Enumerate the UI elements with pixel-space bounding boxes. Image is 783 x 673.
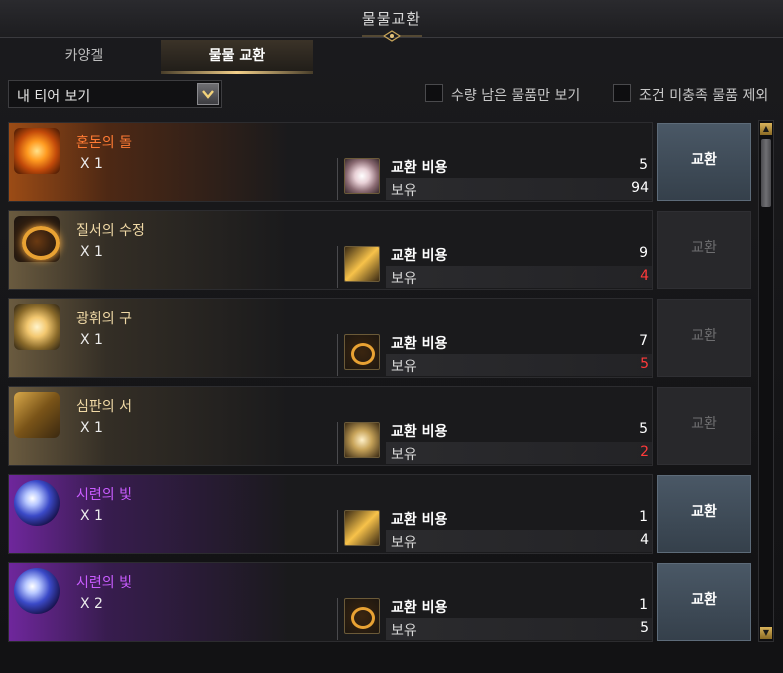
list-item: 시련의 빛 X 2 교환 비용 1 보유 5 교환 [8, 562, 752, 642]
chaos-stone-icon [14, 128, 60, 174]
ring-icon [344, 334, 380, 370]
exchange-button[interactable]: 교환 [657, 299, 751, 377]
owned-label: 보유 [391, 359, 417, 375]
owned-bar: 보유 2 [386, 442, 652, 464]
exchange-button[interactable]: 교환 [657, 387, 751, 465]
scroll-down-icon[interactable]: ▼ [760, 627, 772, 639]
owned-label: 보유 [391, 271, 417, 287]
blade-icon [344, 246, 380, 282]
item-name: 심판의 서 [76, 399, 132, 415]
scrollbar[interactable]: ▲ ▼ [758, 120, 774, 642]
tab-kayangel[interactable]: 카양겔 [8, 40, 160, 74]
order-crystal-icon [14, 216, 60, 262]
item-quantity: X 1 [80, 332, 103, 348]
owned-bar: 보유 5 [386, 618, 652, 640]
owned-value: 5 [640, 356, 649, 372]
tab-barter[interactable]: 물물 교환 [161, 40, 313, 74]
barter-window: 물물교환 카양겔 물물 교환 내 티어 보기 수량 남은 물품만 보기 조건 미… [0, 0, 783, 673]
divider [337, 334, 338, 376]
cost-value: 7 [639, 333, 648, 349]
item-quantity: X 1 [80, 244, 103, 260]
cost-label: 교환 비용 [391, 336, 448, 352]
item-quantity: X 1 [80, 420, 103, 436]
radiance-orb-icon [14, 304, 60, 350]
scroll-up-icon[interactable]: ▲ [760, 123, 772, 135]
exclude-unmet-label: 조건 미충족 물품 제외 [639, 88, 769, 104]
divider [337, 422, 338, 464]
tier-select[interactable]: 내 티어 보기 [8, 80, 222, 108]
divider [337, 246, 338, 288]
cost-value: 9 [639, 245, 648, 261]
item-name: 질서의 수정 [76, 223, 145, 239]
title-bar[interactable]: 물물교환 [0, 0, 783, 42]
owned-value: 4 [640, 268, 649, 284]
owned-bar: 보유 5 [386, 354, 652, 376]
remaining-only-checkbox[interactable] [425, 84, 443, 102]
orb-icon [344, 422, 380, 458]
exchange-button[interactable]: 교환 [657, 211, 751, 289]
owned-value: 94 [631, 180, 649, 196]
cost-label: 교환 비용 [391, 424, 448, 440]
chevron-down-icon[interactable] [197, 83, 219, 105]
owned-bar: 보유 4 [386, 530, 652, 552]
trial-light-icon [14, 480, 60, 526]
tab-bar: 카양겔 물물 교환 [0, 40, 783, 74]
trial-light-icon [14, 568, 60, 614]
window-title: 물물교환 [361, 10, 422, 28]
blade-icon [344, 510, 380, 546]
exchange-list: 혼돈의 돌 X 1 교환 비용 5 보유 94 교환 질서의 수정 X 1 교환… [8, 120, 756, 644]
exchange-button[interactable]: 교환 [657, 123, 751, 201]
owned-bar: 보유 94 [386, 178, 652, 200]
cost-label: 교환 비용 [391, 160, 448, 176]
item-quantity: X 1 [80, 508, 103, 524]
cost-value: 1 [639, 509, 648, 525]
item-name: 혼돈의 돌 [76, 135, 132, 151]
item-name: 광휘의 구 [76, 311, 132, 327]
owned-label: 보유 [391, 183, 417, 199]
exclude-unmet-checkbox[interactable] [613, 84, 631, 102]
ring-icon [344, 598, 380, 634]
item-name: 시련의 빛 [76, 487, 132, 503]
filter-row: 내 티어 보기 수량 남은 물품만 보기 조건 미충족 물품 제외 [0, 78, 783, 110]
exchange-button[interactable]: 교환 [657, 563, 751, 641]
list-item: 심판의 서 X 1 교환 비용 5 보유 2 교환 [8, 386, 752, 466]
list-item: 혼돈의 돌 X 1 교환 비용 5 보유 94 교환 [8, 122, 752, 202]
owned-value: 2 [640, 444, 649, 460]
list-item: 시련의 빛 X 1 교환 비용 1 보유 4 교환 [8, 474, 752, 554]
owned-value: 5 [640, 620, 649, 636]
divider [337, 598, 338, 640]
cost-label: 교환 비용 [391, 512, 448, 528]
divider [337, 510, 338, 552]
item-quantity: X 1 [80, 156, 103, 172]
owned-value: 4 [640, 532, 649, 548]
owned-label: 보유 [391, 623, 417, 639]
item-quantity: X 2 [80, 596, 103, 612]
cost-value: 1 [639, 597, 648, 613]
owned-label: 보유 [391, 447, 417, 463]
list-item: 광휘의 구 X 1 교환 비용 7 보유 5 교환 [8, 298, 752, 378]
cost-label: 교환 비용 [391, 600, 448, 616]
owned-label: 보유 [391, 535, 417, 551]
cost-value: 5 [639, 421, 648, 437]
cost-value: 5 [639, 157, 648, 173]
cost-label: 교환 비용 [391, 248, 448, 264]
item-name: 시련의 빛 [76, 575, 132, 591]
divider [337, 158, 338, 200]
tier-select-value: 내 티어 보기 [17, 89, 91, 105]
remaining-only-label: 수량 남은 물품만 보기 [451, 88, 581, 104]
gem-icon [344, 158, 380, 194]
owned-bar: 보유 4 [386, 266, 652, 288]
judgment-book-icon [14, 392, 60, 438]
scroll-thumb[interactable] [761, 139, 771, 207]
exchange-button[interactable]: 교환 [657, 475, 751, 553]
list-item: 질서의 수정 X 1 교환 비용 9 보유 4 교환 [8, 210, 752, 290]
